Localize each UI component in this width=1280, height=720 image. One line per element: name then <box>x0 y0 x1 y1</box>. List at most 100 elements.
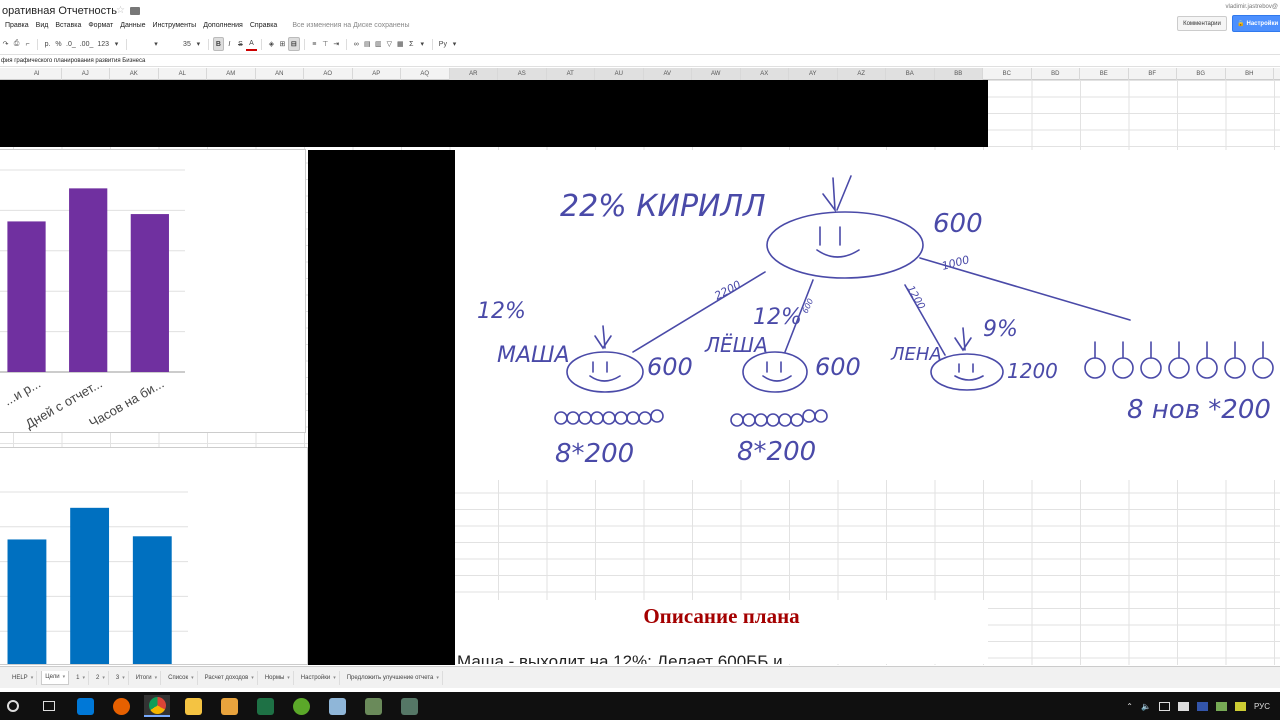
increase-decimals-button[interactable]: .00_ <box>78 37 96 51</box>
sheet-tab[interactable]: 2 ▾ <box>93 670 109 685</box>
sheet-tab[interactable]: 1 ▾ <box>73 670 90 685</box>
italic-button[interactable]: I <box>224 37 235 51</box>
function-button[interactable]: Σ <box>406 37 417 51</box>
column-header[interactable]: AM <box>207 68 256 80</box>
decrease-decimals-button[interactable]: .0_ <box>64 37 78 51</box>
horizontal-align-icon[interactable]: ≡ <box>309 37 320 51</box>
paint-format-icon[interactable]: ⌐ <box>22 37 33 51</box>
chevron-down-icon[interactable]: ▾ <box>122 675 125 681</box>
column-header[interactable]: AT <box>546 68 595 80</box>
chevron-down-icon[interactable]: ▾ <box>251 675 254 681</box>
document-title[interactable]: оративная Отчетность <box>2 5 117 17</box>
fill-color-icon[interactable]: ◈ <box>266 37 277 51</box>
chevron-down-icon[interactable]: ▾ <box>155 675 158 681</box>
volume-icon[interactable]: 🔈 <box>1141 702 1151 711</box>
sheet-tab[interactable]: Список ▾ <box>165 670 198 685</box>
column-header[interactable]: AP <box>353 68 401 80</box>
column-header[interactable]: BD <box>1032 68 1080 80</box>
column-header[interactable]: AK <box>110 68 159 80</box>
column-header[interactable]: BA <box>886 68 935 80</box>
chart-icon[interactable]: ▥ <box>373 37 384 51</box>
chevron-down-icon[interactable]: ▾ <box>111 37 122 51</box>
keyboard-language[interactable]: РУС <box>1254 702 1270 711</box>
sheet-tab[interactable]: Итоги ▾ <box>133 670 162 685</box>
column-header[interactable]: AN <box>256 68 304 80</box>
menu-view[interactable]: Вид <box>36 22 49 29</box>
column-header[interactable]: AS <box>498 68 547 80</box>
strikethrough-button[interactable]: S <box>235 37 246 51</box>
plan-sketch-image[interactable]: 22% КИРИЛЛ 600 1000 2200 1200 600 12% МА… <box>455 150 1280 480</box>
currency-button[interactable]: р. <box>42 37 53 51</box>
column-header[interactable]: AO <box>304 68 353 80</box>
column-header[interactable]: BH <box>1226 68 1274 80</box>
filter-views-icon[interactable]: ▦ <box>395 37 406 51</box>
blue-bar-chart[interactable] <box>0 447 308 665</box>
purple-bar-chart[interactable]: ...и р... Дней с отчет... Часов на би... <box>0 149 306 433</box>
battery-icon[interactable] <box>1158 701 1170 711</box>
merge-cells-icon[interactable]: ⊟ <box>287 37 300 51</box>
menu-insert[interactable]: Вставка <box>55 22 81 29</box>
bold-button[interactable]: B <box>212 37 224 51</box>
app-tray-icon[interactable] <box>1234 701 1246 711</box>
column-header[interactable]: BC <box>983 68 1032 80</box>
column-header[interactable]: AZ <box>837 68 886 80</box>
filter-icon[interactable]: ▽ <box>384 37 395 51</box>
user-email[interactable]: vladimir.jastrebov@ <box>1226 4 1278 10</box>
star-icon[interactable]: ☆ <box>116 5 125 16</box>
formula-bar[interactable]: фия графического планирования развития Б… <box>0 54 1280 67</box>
input-tools-button[interactable]: Ру <box>437 37 449 51</box>
utorrent-icon[interactable] <box>288 695 314 717</box>
percent-button[interactable]: % <box>53 37 64 51</box>
sheet-tab[interactable]: Предложить улучшение отчета ▾ <box>344 670 443 685</box>
column-header[interactable]: AQ <box>401 68 450 80</box>
chrome-icon[interactable] <box>144 695 170 717</box>
sheet-tab[interactable]: Настройки ▾ <box>298 670 340 685</box>
network-icon[interactable] <box>1177 701 1189 711</box>
column-header[interactable]: AL <box>159 68 207 80</box>
column-header[interactable]: BF <box>1129 68 1177 80</box>
excel-icon[interactable] <box>252 695 278 717</box>
column-header[interactable]: AX <box>740 68 789 80</box>
app-tray-icon[interactable] <box>1215 701 1227 711</box>
menu-help[interactable]: Справка <box>250 22 277 29</box>
chevron-down-icon[interactable]: ▾ <box>449 37 460 51</box>
redo-icon[interactable]: ↷ <box>0 37 11 51</box>
media-player-icon[interactable] <box>216 695 242 717</box>
chevron-down-icon[interactable]: ▾ <box>333 675 336 681</box>
start-icon[interactable] <box>0 695 26 717</box>
comment-icon[interactable]: ▤ <box>362 37 373 51</box>
column-header[interactable]: BB <box>934 68 983 80</box>
column-header[interactable]: BE <box>1080 68 1129 80</box>
print-icon[interactable]: ⎙ <box>11 37 22 51</box>
chevron-down-icon[interactable]: ▾ <box>287 675 290 681</box>
text-color-button[interactable]: A <box>245 37 257 51</box>
column-header[interactable]: BG <box>1177 68 1226 80</box>
sheet-tab[interactable]: 3 ▾ <box>113 670 129 685</box>
chevron-down-icon[interactable]: ▾ <box>417 37 428 51</box>
menu-data[interactable]: Данные <box>120 22 145 29</box>
chevron-down-icon[interactable]: ▾ <box>83 675 86 681</box>
chevron-down-icon[interactable]: ▾ <box>102 675 105 681</box>
paint-icon[interactable] <box>324 695 350 717</box>
column-header[interactable]: AV <box>643 68 692 80</box>
menu-format[interactable]: Формат <box>88 22 113 29</box>
column-header[interactable]: AI <box>13 68 62 80</box>
menu-edit[interactable]: Правка <box>5 22 29 29</box>
cortana-icon[interactable] <box>72 695 98 717</box>
column-header[interactable]: AJ <box>62 68 110 80</box>
drive-icon[interactable] <box>1196 701 1208 711</box>
menu-tools[interactable]: Инструменты <box>153 22 197 29</box>
chevron-down-icon[interactable]: ▾ <box>191 675 194 681</box>
menu-addons[interactable]: Дополнения <box>203 22 243 29</box>
app-icon[interactable] <box>360 695 386 717</box>
borders-icon[interactable]: ⊞ <box>277 37 288 51</box>
text-wrap-icon[interactable]: ⇥ <box>331 37 342 51</box>
formula-content[interactable]: фия графического планирования развития Б… <box>1 58 145 64</box>
app-icon[interactable] <box>396 695 422 717</box>
sheet-tab[interactable]: Цели ▾ <box>41 670 70 685</box>
vertical-align-icon[interactable]: ⊤ <box>320 37 331 51</box>
firefox-icon[interactable] <box>108 695 134 717</box>
sheet-tab[interactable]: Расчет доходов ▾ <box>202 670 258 685</box>
column-header[interactable]: AY <box>789 68 838 80</box>
number-format-button[interactable]: 123 <box>95 37 111 51</box>
